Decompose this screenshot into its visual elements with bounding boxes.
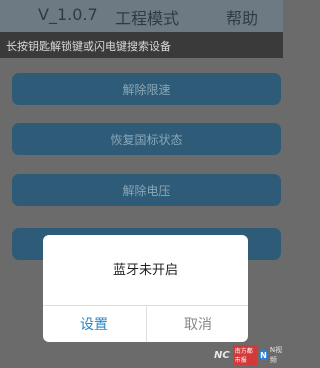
version-label: V_1.0.7: [38, 5, 98, 24]
watermark-n-icon: N: [260, 350, 267, 360]
cancel-button[interactable]: 取消: [147, 306, 248, 342]
watermark-logo: NC 南方都市报 N N视频: [214, 345, 283, 365]
help-button[interactable]: 帮助: [226, 5, 258, 29]
top-bar: V_1.0.7 工程模式 帮助: [0, 0, 283, 32]
remove-voltage-button[interactable]: 解除电压: [12, 174, 281, 206]
watermark-text: N视频: [269, 346, 283, 364]
restore-national-standard-button[interactable]: 恢复国标状态: [12, 123, 281, 155]
settings-button[interactable]: 设置: [43, 306, 145, 342]
dialog-message: 蓝牙未开启: [112, 263, 178, 278]
watermark-tag: 南方都市报: [232, 345, 258, 365]
page-title: 工程模式: [115, 9, 180, 28]
hint-text: 长按钥匙解锁键或闪电键搜索设备: [6, 40, 171, 53]
bluetooth-dialog: 蓝牙未开启 设置 取消: [43, 235, 248, 342]
watermark-mark: NC: [214, 349, 230, 361]
hint-bar: 长按钥匙解锁键或闪电键搜索设备: [0, 32, 283, 58]
remove-speed-limit-button[interactable]: 解除限速: [12, 73, 281, 105]
